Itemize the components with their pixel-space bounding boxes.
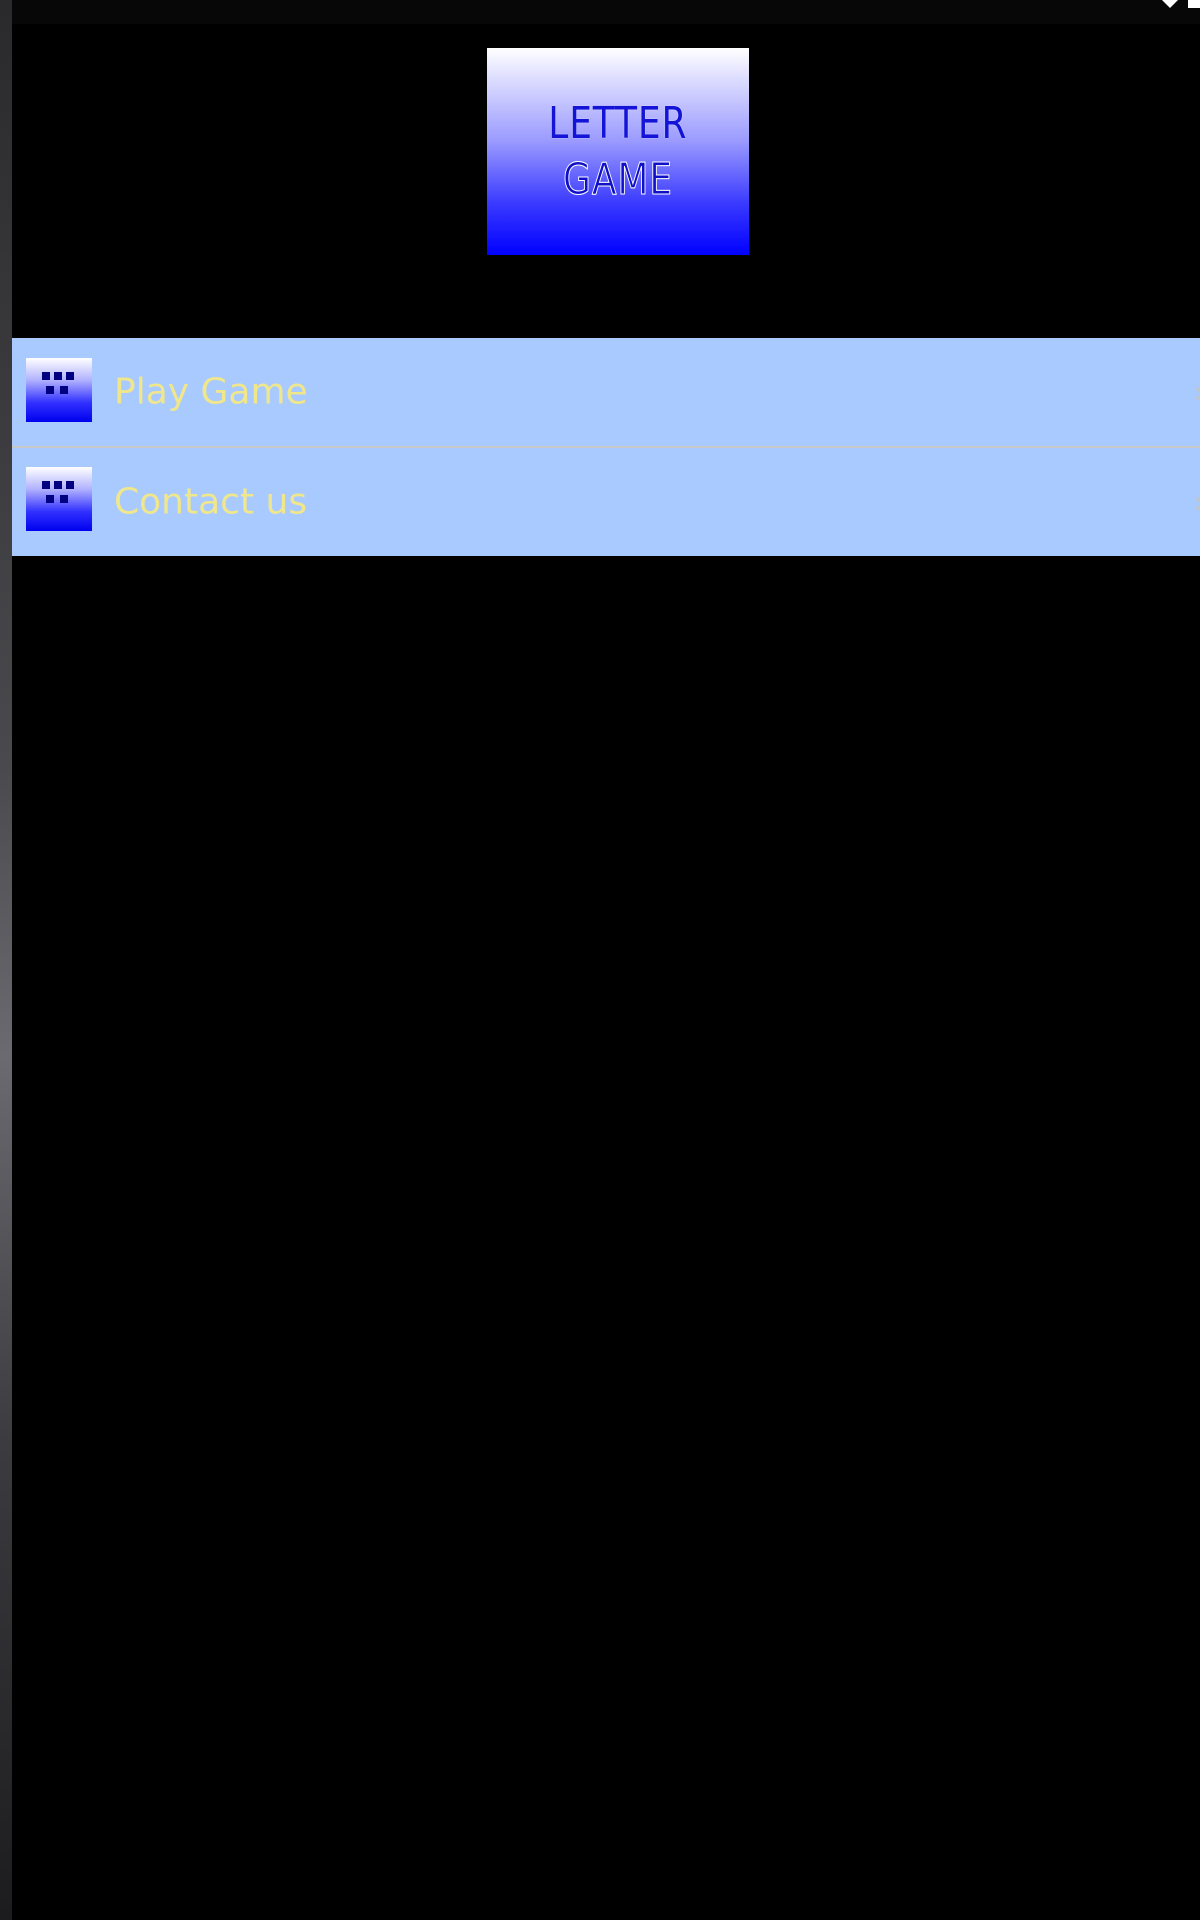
letter-tiles-icon: [42, 481, 74, 503]
menu-item-play-game[interactable]: Play Game ›: [12, 338, 1200, 446]
letter-tiles-icon: [42, 372, 74, 394]
left-bezel: [0, 0, 12, 1920]
wifi-signal-icon: [1162, 0, 1200, 8]
letter-game-icon: [26, 467, 92, 531]
main-menu: Play Game › Contact us ›: [12, 338, 1200, 556]
menu-item-label: Play Game: [114, 371, 308, 413]
logo-text-line1: LETTER: [548, 97, 688, 149]
chevron-right-icon: ›: [1193, 373, 1200, 411]
app-logo: LETTER GAME: [487, 48, 749, 255]
app-screen: LETTER GAME Play Game ›: [0, 0, 1200, 1920]
chevron-right-icon: ›: [1193, 483, 1200, 521]
menu-item-contact-us[interactable]: Contact us ›: [12, 446, 1200, 556]
letter-game-icon: [26, 358, 92, 422]
menu-item-label: Contact us: [114, 481, 308, 523]
logo-text-line2: GAME: [563, 153, 673, 205]
status-bar: [12, 0, 1200, 24]
